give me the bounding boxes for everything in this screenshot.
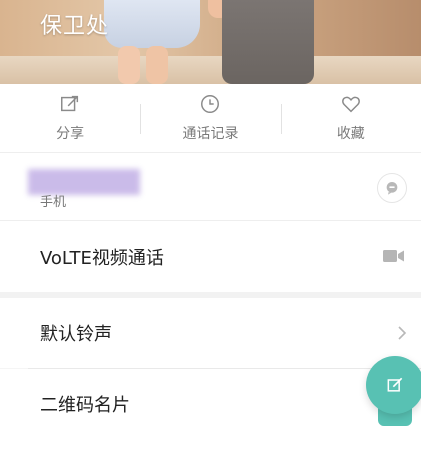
share-label: 分享 bbox=[56, 126, 85, 142]
message-icon bbox=[386, 182, 398, 195]
message-button[interactable] bbox=[377, 173, 407, 203]
bottom-area bbox=[0, 439, 421, 469]
call-log-button[interactable]: 通话记录 bbox=[140, 84, 280, 152]
volte-label: VoLTE视频通话 bbox=[40, 248, 164, 269]
qr-card-label: 二维码名片 bbox=[40, 395, 130, 416]
contact-name: 保卫处 bbox=[40, 14, 110, 39]
video-camera-icon[interactable] bbox=[383, 248, 405, 264]
phone-number-row[interactable]: 手机 bbox=[0, 152, 421, 221]
ringtone-label: 默认铃声 bbox=[40, 324, 112, 345]
qr-card-row[interactable]: 二维码名片 bbox=[0, 369, 421, 439]
photo-skirt bbox=[104, 0, 200, 48]
share-button[interactable]: 分享 bbox=[0, 84, 140, 152]
photo-pants bbox=[222, 0, 314, 84]
ringtone-row[interactable]: 默认铃声 bbox=[0, 298, 421, 368]
clock-icon bbox=[201, 95, 220, 113]
call-log-label: 通话记录 bbox=[182, 126, 239, 142]
phone-type-label: 手机 bbox=[40, 195, 67, 210]
contact-header-photo: 保卫处 bbox=[0, 0, 421, 84]
favorite-label: 收藏 bbox=[336, 126, 365, 142]
photo-leg-right bbox=[146, 46, 168, 84]
edit-icon bbox=[387, 377, 403, 392]
photo-wall bbox=[0, 56, 421, 84]
favorite-button[interactable]: 收藏 bbox=[280, 84, 421, 152]
photo-leg-left bbox=[118, 46, 140, 84]
edit-contact-button[interactable] bbox=[366, 356, 421, 414]
chevron-right-icon bbox=[398, 326, 407, 340]
volte-video-call-row[interactable]: VoLTE视频通话 bbox=[0, 220, 421, 293]
contact-action-bar: 分享 通话记录 收藏 bbox=[0, 84, 421, 152]
heart-icon bbox=[341, 96, 360, 113]
share-icon bbox=[61, 95, 79, 112]
